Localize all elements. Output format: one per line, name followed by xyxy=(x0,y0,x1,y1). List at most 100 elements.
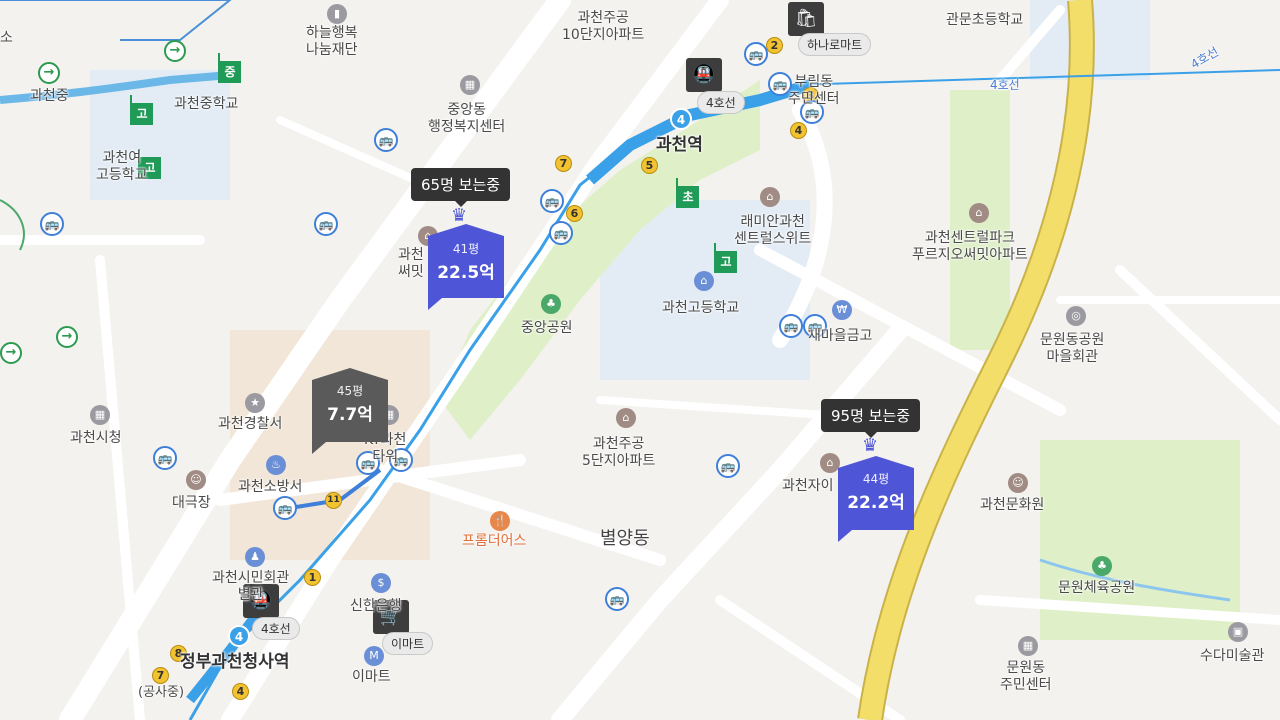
city-hall-icon[interactable]: ▦ xyxy=(90,405,110,425)
label-line4-top: 4호선 xyxy=(990,78,1020,92)
label-jugong5: 과천주공 5단지아파트 xyxy=(582,436,656,469)
label-police: 과천경찰서 xyxy=(218,416,283,432)
park-icon[interactable]: ♣ xyxy=(1092,556,1112,576)
route-arrow-icon[interactable]: → xyxy=(56,326,78,348)
listing-marker[interactable]: 45평 7.7억 xyxy=(312,368,388,454)
label-jugong10: 과천주공 10단지아파트 xyxy=(562,10,645,43)
police-icon[interactable]: ★ xyxy=(245,393,265,413)
apartment-icon[interactable]: ⌂ xyxy=(616,408,636,428)
park-icon[interactable]: ♣ xyxy=(541,294,561,314)
bus-stop-icon[interactable]: 🚌 xyxy=(314,212,338,236)
listing-size: 41평 xyxy=(452,242,480,256)
line4-marker: 4 xyxy=(228,625,250,647)
apartment-icon[interactable]: ⌂ xyxy=(820,453,840,473)
label-haneul: 하늘행복 나눔재단 xyxy=(306,25,358,58)
line4-pill: 4호선 xyxy=(252,617,300,640)
map-canvas[interactable]: 🚇 4호선 🚇 4호선 🛍 하나로마트 🛒 이마트 4 4 2 3 4 5 6 … xyxy=(0,0,1280,720)
bank-icon[interactable]: ₩ xyxy=(832,300,852,320)
listing-marker-premium[interactable]: 44평 22.2억 xyxy=(838,456,914,542)
exit-number: 1 xyxy=(304,569,321,586)
building-icon[interactable]: ▮ xyxy=(327,4,347,24)
exit-number: 11 xyxy=(325,492,342,509)
listing-price: 7.7억 xyxy=(327,405,373,425)
subway-station-icon[interactable]: 🚇 xyxy=(686,58,722,92)
emart-pill: 이마트 xyxy=(382,632,434,655)
label-gwacheon-middle: 과천중 xyxy=(30,88,69,104)
label-central-park: 과천센트럴파크 푸르지오써밋아파트 xyxy=(912,230,1028,263)
apartment-icon[interactable]: ⌂ xyxy=(760,187,780,207)
bus-stop-icon[interactable]: 🚌 xyxy=(549,221,573,245)
label-gwacheon-hs: 과천고등학교 xyxy=(662,300,740,316)
crown-icon: ♛ xyxy=(862,435,879,456)
exit-number: 6 xyxy=(566,205,583,222)
bus-stop-icon[interactable]: 🚌 xyxy=(40,212,64,236)
label-byeolyang-dong: 별양동 xyxy=(600,528,650,549)
viewers-badge: 65명 보는중 xyxy=(411,168,511,207)
shopping-bag-icon[interactable]: 🛍 xyxy=(788,2,824,36)
civic-hall-icon[interactable]: ♟ xyxy=(245,547,265,567)
label-munwon-hall: 문원동공원 마을회관 xyxy=(1040,332,1105,365)
listing-price: 22.5억 xyxy=(437,263,495,283)
label-jungang-park: 중앙공원 xyxy=(521,320,573,336)
school-flag-icon[interactable]: 고 xyxy=(130,95,153,125)
hanaro-pill: 하나로마트 xyxy=(798,33,872,56)
label-daegukjang: 대극장 xyxy=(172,495,211,511)
community-hall-icon[interactable]: ◎ xyxy=(1066,306,1086,326)
label-culture-center: 과천문화원 xyxy=(980,497,1045,513)
fire-station-icon[interactable]: ♨ xyxy=(266,455,286,475)
label-suda-museum: 수다미술관 xyxy=(1200,648,1265,664)
bus-stop-icon[interactable]: 🚌 xyxy=(153,446,177,470)
label-jungang: 중앙동 행정복지센터 xyxy=(428,102,506,135)
label-girls-hs: 과천여 고등학교 xyxy=(96,150,148,183)
label-apt-partial: 과천 써밋 xyxy=(398,247,424,280)
school-flag-icon[interactable]: 중 xyxy=(218,53,241,83)
label-munwon-center: 문원동 주민센터 xyxy=(1000,660,1052,693)
station-name-govt-complex[interactable]: 정부과천청사역 xyxy=(180,654,289,671)
community-hall-icon[interactable]: ▦ xyxy=(1018,636,1038,656)
line4-marker: 4 xyxy=(670,108,692,130)
listing-size: 44평 xyxy=(862,472,890,486)
bus-stop-icon[interactable]: 🚌 xyxy=(716,454,740,478)
label-city-hall: 과천시청 xyxy=(70,430,122,446)
listing-marker-premium[interactable]: 41평 22.5억 xyxy=(428,224,504,310)
building-icon[interactable]: ▦ xyxy=(460,75,480,95)
exit-number: 7 xyxy=(152,667,169,684)
label-munwon-park: 문원체육공원 xyxy=(1058,580,1136,596)
label-raemian: 래미안과천 센트럴스위트 xyxy=(734,214,812,247)
culture-center-icon[interactable]: ☺ xyxy=(1008,473,1028,493)
viewers-badge: 95명 보는중 xyxy=(821,399,921,438)
bus-stop-icon[interactable]: 🚌 xyxy=(744,42,768,66)
exit-number: 4 xyxy=(232,683,249,700)
bus-stop-icon[interactable]: 🚌 xyxy=(374,128,398,152)
label-gwanmun-school: 관문초등학교 xyxy=(946,12,1024,28)
label-top-left: 소 xyxy=(0,30,13,46)
theater-icon[interactable]: ☺ xyxy=(186,470,206,490)
listing-price: 22.2억 xyxy=(847,493,905,513)
school-flag-icon[interactable]: 초 xyxy=(676,178,699,208)
restaurant-icon[interactable]: 🍴 xyxy=(490,511,510,531)
mart-icon[interactable]: M xyxy=(364,646,384,666)
bus-stop-icon[interactable]: 🚌 xyxy=(779,314,803,338)
exit-number: 4 xyxy=(790,122,807,139)
bus-stop-icon[interactable]: 🚌 xyxy=(540,189,564,213)
listing-size: 45평 xyxy=(336,384,364,398)
bank-icon[interactable]: $ xyxy=(371,573,391,593)
route-arrow-icon[interactable]: → xyxy=(164,40,186,62)
bus-stop-icon[interactable]: 🚌 xyxy=(273,496,297,520)
museum-icon[interactable]: ▣ xyxy=(1228,622,1248,642)
station-name-gwacheon[interactable]: 과천역 xyxy=(656,137,703,154)
label-saemaeul: 새마을금고 xyxy=(808,328,873,344)
route-arrow-icon[interactable]: → xyxy=(38,62,60,84)
label-civic-hall: 과천시민회관 별관 xyxy=(212,570,290,603)
label-burim-center: 부림동 주민센터 xyxy=(788,74,840,107)
label-prom: 프롬더어스 xyxy=(462,533,527,549)
exit-number: 5 xyxy=(641,157,658,174)
exit-number: 7 xyxy=(555,155,572,172)
school-flag-icon[interactable]: 고 xyxy=(714,243,737,273)
bus-stop-icon[interactable]: 🚌 xyxy=(605,587,629,611)
label-gwacheon-ms: 과천중학교 xyxy=(174,96,239,112)
school-icon[interactable]: ⌂ xyxy=(694,271,714,291)
apartment-icon[interactable]: ⌂ xyxy=(969,203,989,223)
crown-icon: ♛ xyxy=(451,205,468,226)
route-arrow-icon[interactable]: → xyxy=(0,342,22,364)
